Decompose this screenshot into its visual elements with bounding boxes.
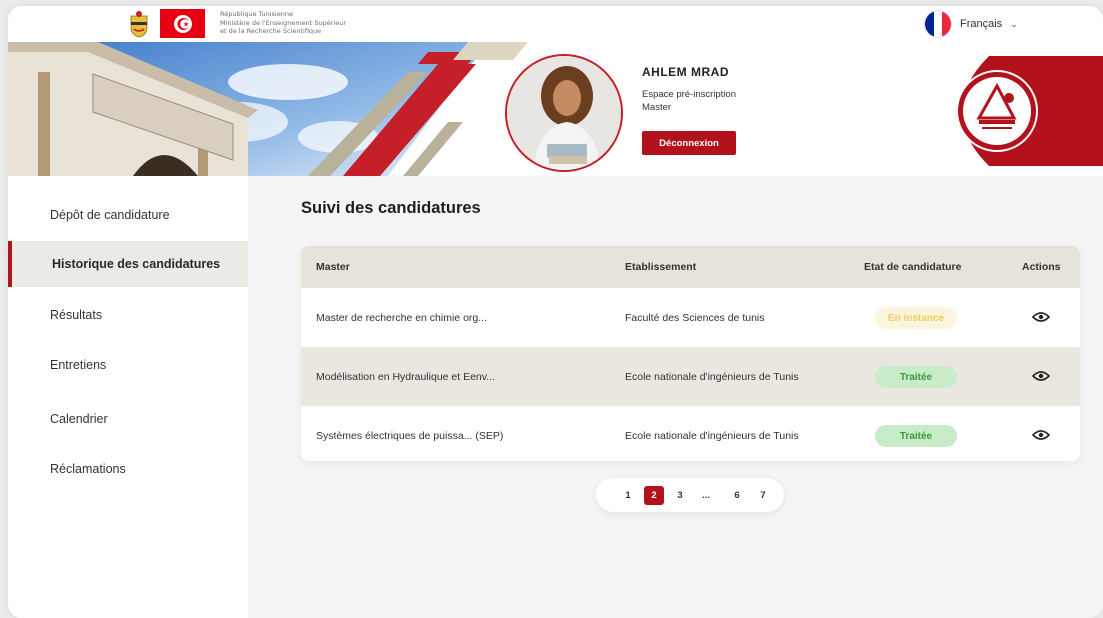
cell-etablissement: Ecole nationale d'ingénieurs de Tunis: [625, 430, 799, 442]
user-level: Master: [642, 102, 672, 113]
user-space: Espace pré-inscription: [642, 89, 736, 100]
sidebar-item-label: Historique des candidatures: [52, 257, 221, 271]
ministry-text: République Tunisienne Ministère de l'Ens…: [220, 10, 346, 36]
tunisia-emblem-icon: [130, 11, 148, 38]
university-banner-image: [8, 42, 528, 176]
page-title: Suivi des candidatures: [301, 199, 481, 217]
sidebar-item-historique[interactable]: Historique des candidatures: [8, 241, 248, 287]
user-name: AHLEM MRAD: [642, 65, 729, 79]
sidebar-item-label: Réclamations: [50, 462, 126, 476]
table-header: Master Etablissement Etat de candidature…: [301, 246, 1080, 288]
status-badge: En instance: [875, 307, 957, 329]
user-avatar: [505, 54, 623, 172]
applications-table: Master Etablissement Etat de candidature…: [301, 246, 1080, 461]
top-bar: République Tunisienne Ministère de l'Ens…: [8, 6, 1103, 42]
page-link-current[interactable]: 2: [644, 486, 664, 505]
pagination: 1 2 3 ... 6 7: [596, 478, 784, 512]
cell-master: Modélisation en Hydraulique et Eenv...: [316, 371, 495, 383]
sidebar-item-calendrier[interactable]: Calendrier: [8, 396, 248, 442]
sidebar-item-label: Résultats: [50, 308, 103, 322]
page-link[interactable]: 3: [670, 486, 690, 505]
status-badge: Traitée: [875, 366, 957, 388]
ministry-line: République Tunisienne: [220, 10, 293, 18]
sidebar-item-label: Entretiens: [50, 358, 107, 372]
tunisia-flag-icon: [160, 9, 205, 38]
app-frame: République Tunisienne Ministère de l'Ens…: [8, 6, 1103, 618]
column-header-actions: Actions: [1022, 261, 1061, 273]
ministry-line: et de la Recherche Scientifique: [220, 27, 322, 35]
cell-etablissement: Faculté des Sciences de tunis: [625, 312, 765, 324]
table-row: Modélisation en Hydraulique et Eenv... E…: [301, 347, 1080, 406]
column-header-master: Master: [316, 261, 350, 273]
column-header-etat: Etat de candidature: [864, 261, 962, 273]
page-link[interactable]: 1: [618, 486, 638, 505]
table-row: Master de recherche en chimie org... Fac…: [301, 288, 1080, 347]
sidebar-item-label: Calendrier: [50, 412, 108, 426]
page-ellipsis: ...: [702, 490, 710, 501]
page-link[interactable]: 7: [753, 486, 773, 505]
profile-banner: AHLEM MRAD Espace pré-inscription Master…: [8, 42, 1103, 176]
france-flag-icon: [924, 10, 952, 38]
language-label: Français: [960, 18, 1003, 30]
ministry-line: Ministère de l'Enseignement Supérieur: [220, 18, 347, 27]
eye-icon[interactable]: [1032, 370, 1050, 382]
eye-icon[interactable]: [1032, 311, 1050, 323]
sidebar-item-entretiens[interactable]: Entretiens: [8, 342, 248, 388]
logout-button[interactable]: Déconnexion: [642, 131, 736, 155]
chevron-down-icon: ⌄: [1010, 18, 1018, 29]
sidebar-item-reclamations[interactable]: Réclamations: [8, 446, 248, 492]
table-row: Systèmes électriques de puissa... (SEP) …: [301, 406, 1080, 461]
cell-master: Master de recherche en chimie org...: [316, 312, 487, 324]
sidebar: Dépôt de candidature Historique des cand…: [8, 176, 248, 618]
column-header-etablissement: Etablissement: [625, 261, 697, 273]
status-badge: Traitée: [875, 425, 957, 447]
cell-master: Systèmes électriques de puissa... (SEP): [316, 430, 504, 442]
page-link[interactable]: 6: [727, 486, 747, 505]
sidebar-item-label: Dépôt de candidature: [50, 208, 170, 222]
language-selector[interactable]: Français ⌄: [924, 10, 1018, 38]
university-logo: [956, 56, 1103, 166]
sidebar-item-depot[interactable]: Dépôt de candidature: [8, 192, 248, 238]
eye-icon[interactable]: [1032, 429, 1050, 441]
sidebar-item-resultats[interactable]: Résultats: [8, 292, 248, 338]
cell-etablissement: Ecole nationale d'ingénieurs de Tunis: [625, 371, 799, 383]
